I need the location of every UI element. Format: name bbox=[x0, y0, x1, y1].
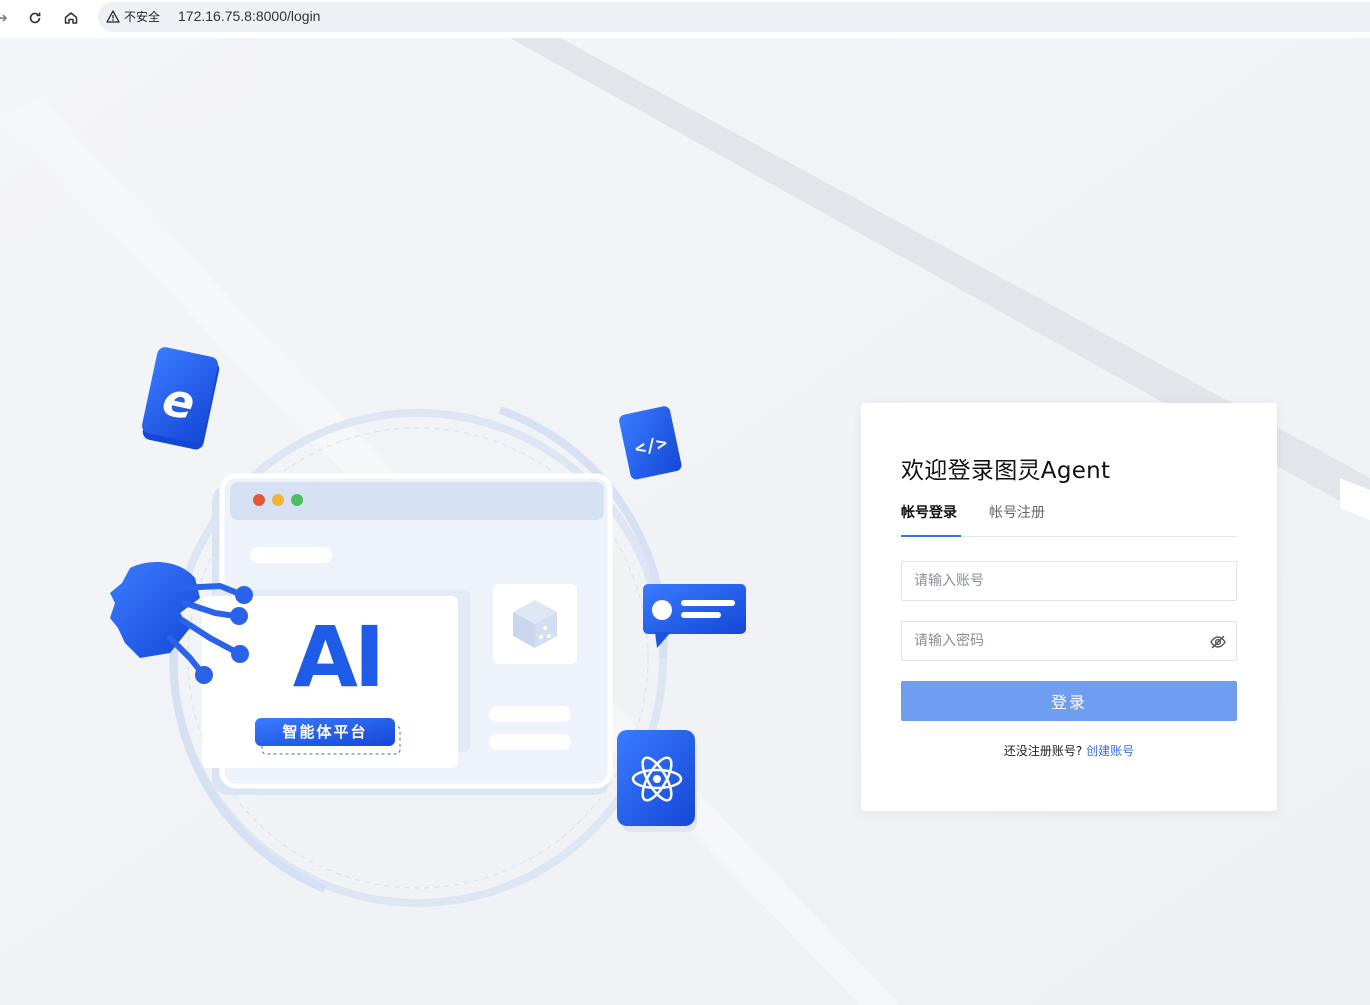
register-prompt-line: 还没注册账号? 创建账号 bbox=[861, 742, 1277, 759]
register-prompt: 还没注册账号? bbox=[1003, 744, 1083, 758]
account-input[interactable] bbox=[902, 562, 1206, 600]
password-input[interactable] bbox=[902, 622, 1206, 660]
login-card: 欢迎登录图灵Agent 帐号登录 帐号注册 登录 还没注册账号? 创建账号 bbox=[861, 403, 1277, 811]
password-field[interactable] bbox=[901, 621, 1237, 661]
atom-tile bbox=[617, 730, 697, 832]
tab-account-login[interactable]: 帐号登录 bbox=[901, 502, 957, 522]
ai-ribbon-text: 智能体平台 bbox=[282, 723, 368, 741]
tab-account-register[interactable]: 帐号注册 bbox=[989, 502, 1045, 522]
warning-icon bbox=[106, 10, 120, 23]
home-icon[interactable] bbox=[59, 6, 83, 30]
login-tabs: 帐号登录 帐号注册 bbox=[901, 500, 1237, 537]
eye-off-icon[interactable] bbox=[1209, 633, 1227, 651]
forward-icon[interactable] bbox=[0, 6, 14, 30]
login-button[interactable]: 登录 bbox=[901, 681, 1237, 721]
url-text[interactable]: 172.16.75.8:8000/login bbox=[178, 8, 320, 24]
active-tab-indicator bbox=[901, 535, 961, 537]
security-label: 不安全 bbox=[124, 10, 161, 24]
reload-icon[interactable] bbox=[23, 6, 47, 30]
address-bar[interactable]: 不安全 172.16.75.8:8000/login bbox=[98, 2, 1370, 32]
create-account-link[interactable]: 创建账号 bbox=[1086, 744, 1134, 758]
illustration-window bbox=[202, 473, 613, 795]
account-field[interactable] bbox=[901, 561, 1237, 601]
login-title: 欢迎登录图灵Agent bbox=[901, 458, 1111, 484]
browser-toolbar: 不安全 172.16.75.8:8000/login bbox=[0, 0, 1370, 39]
ai-title: AI bbox=[292, 608, 385, 706]
security-indicator[interactable]: 不安全 bbox=[106, 8, 160, 25]
